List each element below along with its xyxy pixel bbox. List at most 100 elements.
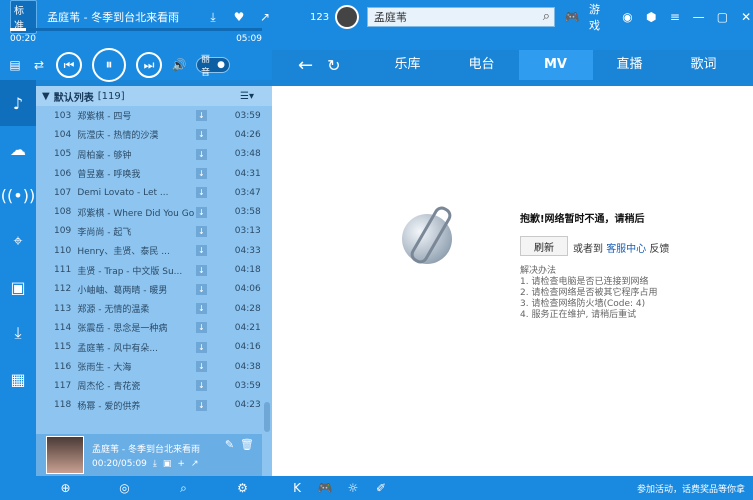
gamepad-icon[interactable]: 🎮: [565, 10, 580, 24]
promo-text[interactable]: 参加活动，话费奖品等你拿: [637, 482, 745, 495]
track-download-icon[interactable]: ↓: [196, 264, 207, 276]
track-download-icon[interactable]: ↓: [196, 361, 207, 372]
playlist-row[interactable]: 116 张雨生 - 大海 ↓ 04:38: [36, 357, 262, 376]
lyric-icon[interactable]: ▤: [8, 58, 22, 72]
help-line: 或者到 客服中心 反馈: [573, 240, 669, 255]
playlist-row[interactable]: 111 圭贤 - Trap - 中文版 Su... ↓ 04:18: [36, 260, 262, 279]
playlist-row[interactable]: 104 阮滢庆 - 热情的沙漠 ↓ 04:26: [36, 125, 262, 144]
track-download-icon[interactable]: ↓: [196, 225, 207, 237]
track-download-icon[interactable]: ↓: [196, 110, 207, 122]
tab-live[interactable]: 直播: [593, 50, 667, 80]
tab-mv[interactable]: MV: [518, 50, 593, 80]
local-icon[interactable]: ▣: [0, 264, 36, 310]
time-total: 05:09: [236, 34, 262, 44]
progress-bar[interactable]: [10, 28, 262, 31]
feedback-link[interactable]: 反馈: [649, 244, 669, 255]
track-name: 曾昱嘉 - 呼唤我: [77, 170, 141, 181]
previous-button[interactable]: ⏮: [56, 52, 82, 78]
playlist-row[interactable]: 106 曾昱嘉 - 呼唤我 ↓ 04:31: [36, 164, 262, 183]
download-icon[interactable]: ⤓: [206, 10, 220, 24]
track-duration: 03:47: [234, 187, 261, 198]
k-song-icon[interactable]: K: [290, 481, 304, 495]
playlist-row[interactable]: 110 Henry、圭贤、泰民 ... ↓ 04:33: [36, 241, 262, 260]
track-download-icon[interactable]: ↓: [196, 399, 207, 411]
track-name: 小岫岫、葛两晴 - 暖男: [77, 285, 168, 296]
cloud-icon[interactable]: ☁: [0, 126, 36, 172]
track-download-icon[interactable]: ↓: [196, 187, 207, 199]
help-center-link[interactable]: 客服中心: [606, 244, 646, 255]
edit-icon[interactable]: ✎: [225, 438, 234, 451]
bag-icon[interactable]: ◉: [621, 10, 635, 24]
playlist-row[interactable]: 112 小岫岫、葛两晴 - 暖男 ↓ 04:06: [36, 280, 262, 299]
tab-radio[interactable]: 电台: [445, 50, 519, 80]
volume-icon[interactable]: 🔊: [172, 58, 187, 72]
np-share-icon[interactable]: ↗: [191, 459, 199, 469]
settings-icon[interactable]: ⚙: [236, 481, 250, 495]
track-download-icon[interactable]: ↓: [196, 168, 207, 180]
user-avatar[interactable]: [335, 5, 359, 29]
playlist-row[interactable]: 109 李尚尚 - 起飞 ↓ 03:13: [36, 222, 262, 241]
tab-lyrics[interactable]: 歌词: [667, 50, 741, 80]
playlist-panel: ▼ 默认列表 [119] ☰▾ 103 郑紫棋 - 四号 ↓ 03:59 104 阮滢庆 …: [36, 86, 272, 476]
search-input[interactable]: 孟庭苇 ⌕: [366, 7, 555, 27]
album-cover[interactable]: [46, 436, 84, 474]
track-name: 周杰伦 - 青花瓷: [77, 382, 141, 393]
playlist-row[interactable]: 115 孟庭苇 - 风中有朵... ↓ 04:16: [36, 338, 262, 357]
playlist-row[interactable]: 117 周杰伦 - 青花瓷 ↓ 03:59: [36, 376, 262, 395]
search-icon[interactable]: ⌕: [543, 9, 550, 24]
minimize-icon[interactable]: —: [692, 10, 706, 24]
track-download-icon[interactable]: ↓: [196, 245, 207, 257]
playlist-row[interactable]: 105 周柏豪 - 够钟 ↓ 03:48: [36, 145, 262, 164]
radio-icon[interactable]: ((•)): [0, 172, 36, 218]
refresh-button[interactable]: 刷新: [520, 236, 568, 256]
apps-icon[interactable]: ▦: [0, 356, 36, 402]
playlist-row[interactable]: 114 张震岳 - 思念是一种病 ↓ 04:21: [36, 318, 262, 337]
shirt-icon[interactable]: ⬢: [644, 10, 658, 24]
add-playlist-icon[interactable]: ⊕: [59, 481, 73, 495]
playlist-scrollbar[interactable]: [264, 402, 270, 432]
track-download-icon[interactable]: ↓: [196, 283, 207, 295]
track-download-icon[interactable]: ↓: [196, 322, 207, 334]
time-current: 00:20: [10, 34, 36, 44]
spatial-sound-toggle[interactable]: 丽音 ●: [196, 55, 230, 78]
download-manager-icon[interactable]: ⤓: [0, 310, 36, 356]
tab-library[interactable]: 乐库: [371, 50, 445, 80]
share-icon[interactable]: ↗: [258, 10, 272, 24]
np-download-icon[interactable]: ⤓: [153, 459, 157, 469]
game-shortcut-icon[interactable]: 🎮: [318, 481, 333, 495]
np-add-icon[interactable]: +: [177, 459, 185, 469]
close-icon[interactable]: ✕: [739, 10, 753, 24]
refresh-icon[interactable]: ↻: [327, 56, 340, 75]
back-icon[interactable]: ←: [298, 55, 313, 76]
restore-icon[interactable]: ▢: [716, 10, 730, 24]
track-download-icon[interactable]: ↓: [196, 341, 207, 353]
pen-icon[interactable]: ✐: [374, 481, 388, 495]
track-number: 108: [54, 207, 72, 218]
playlist-row[interactable]: 118 杨幂 - 爱的供养 ↓ 04:23: [36, 395, 262, 414]
pause-button[interactable]: ⏸: [92, 48, 126, 82]
playlist-header[interactable]: ▼ 默认列表 [119] ☰▾: [36, 86, 272, 106]
playlist-row[interactable]: 103 郑紫棋 - 四号 ↓ 03:59: [36, 106, 262, 125]
next-button[interactable]: ⏭: [136, 52, 162, 78]
shuffle-icon[interactable]: ⇄: [32, 58, 46, 72]
sun-icon[interactable]: ☼: [346, 481, 360, 495]
playlist-row[interactable]: 108 邓紫棋 - Where Did You Go ↓ 03:58: [36, 202, 262, 221]
heart-icon[interactable]: ♥: [232, 10, 246, 24]
location-icon[interactable]: ⌖: [0, 218, 36, 264]
track-download-icon[interactable]: ↓: [196, 148, 207, 160]
music-icon[interactable]: ♪: [0, 80, 36, 126]
menu-icon[interactable]: ≡: [668, 10, 682, 24]
playlist-row[interactable]: 113 郑源 - 无情的温柔 ↓ 04:28: [36, 299, 262, 318]
delete-icon[interactable]: 🗑: [240, 438, 254, 451]
search-list-icon[interactable]: ⌕: [177, 481, 191, 495]
collapse-icon[interactable]: ▼: [42, 91, 50, 102]
track-download-icon[interactable]: ↓: [196, 303, 207, 315]
locate-icon[interactable]: ◎: [118, 481, 132, 495]
track-download-icon[interactable]: ↓: [196, 206, 207, 218]
playlist-row[interactable]: 107 Demi Lovato - Let ... ↓ 03:47: [36, 183, 262, 202]
playlist-menu-icon[interactable]: ☰▾: [240, 91, 254, 102]
np-mv-icon[interactable]: ▣: [163, 459, 172, 469]
track-download-icon[interactable]: ↓: [196, 129, 207, 141]
games-label[interactable]: 游戏: [589, 1, 611, 33]
track-download-icon[interactable]: ↓: [196, 380, 207, 392]
